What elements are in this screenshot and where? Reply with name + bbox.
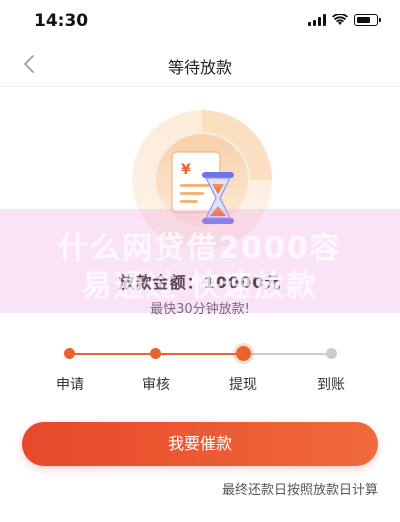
step-connector: [69, 353, 155, 355]
progress-steps: 申请 审核 提现 到账: [0, 338, 400, 398]
step-label-apply: 申请: [56, 377, 84, 393]
step-dot-arrival: [326, 348, 337, 359]
status-bar: 14:30: [0, 0, 400, 44]
watermark-overlay: 什么网贷借2000容 易通过 快速放款: [0, 209, 400, 313]
step-dot-apply: [64, 348, 75, 359]
urge-payout-button[interactable]: 我要催款: [22, 422, 378, 466]
battery-icon: [354, 14, 381, 26]
status-time: 14:30: [34, 11, 89, 31]
repayment-footnote: 最终还款日按照放款日计算: [221, 483, 378, 498]
cellular-signal-icon: [308, 14, 326, 26]
step-dot-review: [150, 348, 161, 359]
step-connector: [155, 353, 243, 355]
step-label-arrival: 到账: [317, 377, 345, 393]
step-label-review: 审核: [142, 377, 170, 393]
yuan-icon: ¥: [181, 162, 191, 178]
nav-bar: 等待放款: [0, 44, 400, 87]
wifi-icon: [332, 14, 348, 25]
page-title: 等待放款: [167, 58, 232, 77]
step-connector: [243, 353, 331, 355]
step-label-withdraw: 提现: [229, 377, 257, 393]
watermark-line-2: 易通过 快速放款: [81, 269, 319, 304]
step-dot-withdraw: [236, 346, 251, 361]
status-icons: [308, 14, 381, 26]
